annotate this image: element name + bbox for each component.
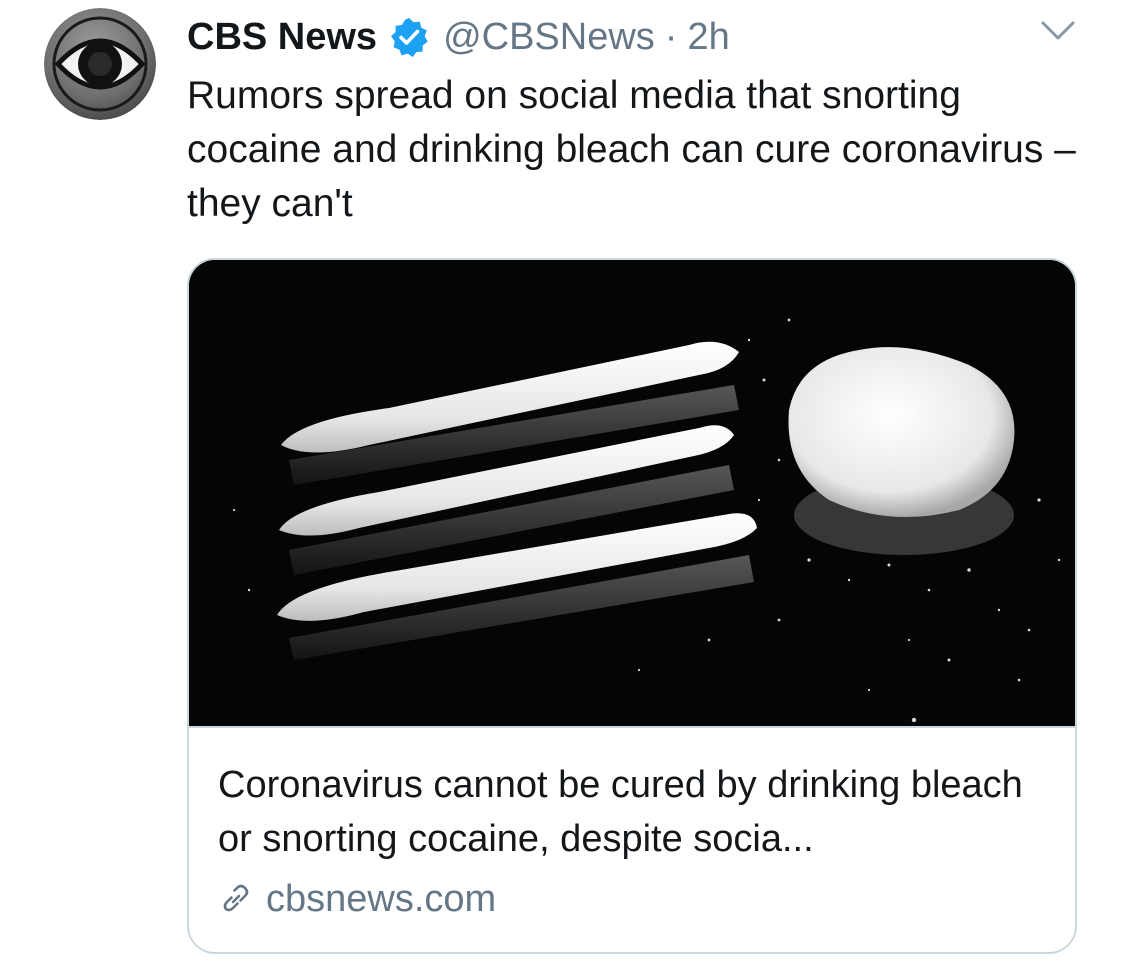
author-handle[interactable]: @CBSNews — [443, 16, 655, 59]
card-domain-text: cbsnews.com — [266, 877, 497, 920]
avatar[interactable] — [44, 8, 156, 120]
verified-badge-icon — [389, 17, 429, 57]
card-title: Coronavirus cannot be cured by drinking … — [218, 764, 1023, 860]
cbs-eye-logo-icon — [44, 8, 156, 120]
link-icon — [218, 881, 254, 917]
author-display-name[interactable]: CBS News — [187, 16, 377, 59]
card-domain: cbsnews.com — [218, 872, 496, 926]
tweet-text: Rumors spread on social media that snort… — [187, 74, 1076, 225]
link-preview-card[interactable]: Coronavirus cannot be cured by drinking … — [187, 258, 1077, 954]
card-image — [189, 260, 1075, 728]
powder-lines-image — [189, 260, 1075, 726]
tweet-timestamp[interactable]: 2h — [687, 16, 729, 59]
header-separator: · — [664, 15, 678, 58]
chevron-down-icon[interactable] — [1040, 18, 1076, 44]
tweet-header: CBS News @CBSNews · 2h — [187, 10, 730, 64]
